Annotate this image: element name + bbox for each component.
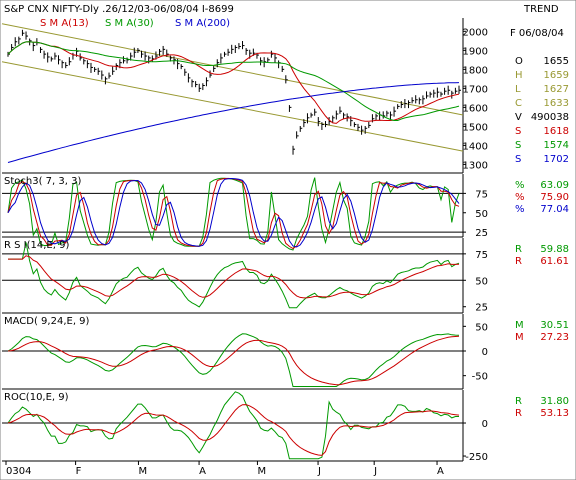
y-tick-label: 50	[475, 209, 488, 220]
legend-label: S	[515, 126, 521, 137]
legend-label: R	[515, 256, 522, 267]
y-tick-label: 75	[475, 250, 488, 261]
y-tick-label: 1900	[463, 46, 488, 57]
x-tick-label: J	[317, 466, 321, 477]
y-tick-label: 1300	[463, 160, 488, 171]
x-tick-label: M	[257, 466, 266, 477]
legend-value: 1627	[544, 84, 569, 95]
y-tick-label: 50	[475, 322, 488, 333]
legend-value: 63.09	[540, 180, 569, 191]
legend-value: 59.88	[540, 244, 569, 255]
x-tick-label: M	[138, 466, 147, 477]
y-tick-label: -50	[472, 372, 488, 383]
x-tick-label: 0304	[6, 466, 31, 477]
panel-title: Stoch3( 7, 3, 3)	[4, 176, 81, 187]
frame-border	[0, 0, 576, 480]
legend-label: R	[515, 408, 522, 419]
y-tick-label: 0	[482, 347, 488, 358]
legend-value: 61.61	[540, 256, 569, 267]
legend-label: %	[515, 180, 525, 191]
y-tick-label: 2000	[463, 27, 488, 38]
legend-label: M	[515, 332, 524, 343]
legend-label: O	[515, 56, 523, 67]
y-tick-label: 1600	[463, 103, 488, 114]
y-tick-label: 50	[475, 276, 488, 287]
x-tick-label: F	[76, 466, 82, 477]
chart-header-title: S&P CNX NIFTY-Dly .26/12/03-06/08/04 I-8…	[4, 4, 234, 15]
legend-value: 1618	[544, 126, 569, 137]
legend-label: R	[515, 244, 522, 255]
legend-label: %	[515, 204, 525, 215]
legend-label: %	[515, 192, 525, 203]
panel-title: R S I(14,E, 9)	[4, 240, 69, 251]
sma-legend-label: S M A(30)	[105, 18, 154, 29]
legend-value: 1633	[544, 98, 569, 109]
legend-label: V	[515, 112, 522, 123]
sma-legend-label: S M A(200)	[175, 18, 230, 29]
legend-label: H	[515, 70, 523, 81]
panel-title: MACD( 9,24,E, 9)	[4, 316, 90, 327]
x-tick-label: J	[373, 466, 377, 477]
date-label: F 06/08/04	[510, 28, 564, 39]
legend-value: 27.23	[540, 332, 569, 343]
trend-label: TREND	[523, 4, 559, 15]
x-tick-label: A	[199, 466, 206, 477]
y-tick-label: 25	[475, 228, 488, 239]
panel-title: ROC(10,E, 9)	[4, 392, 69, 403]
legend-value: 30.51	[540, 320, 569, 331]
legend-value: 1702	[544, 154, 569, 165]
legend-value: 75.90	[540, 192, 569, 203]
y-tick-label: 1500	[463, 122, 488, 133]
legend-value: 490038	[531, 112, 569, 123]
legend-value: 1659	[544, 70, 569, 81]
legend-value: 1655	[544, 56, 569, 67]
legend-label: C	[515, 98, 522, 109]
y-tick-label: 1400	[463, 141, 488, 152]
technical-chart: S&P CNX NIFTY-Dly .26/12/03-06/08/04 I-8…	[0, 0, 576, 480]
legend-label: R	[515, 396, 522, 407]
y-tick-label: -250	[465, 452, 488, 463]
legend-label: S	[515, 154, 521, 165]
y-tick-label: 25	[475, 303, 488, 314]
y-tick-label: 0	[482, 419, 488, 430]
legend-label: L	[515, 84, 521, 95]
legend-label: S	[515, 140, 521, 151]
y-tick-label: 75	[475, 189, 488, 200]
legend-label: M	[515, 320, 524, 331]
sma-legend-label: S M A(13)	[40, 18, 89, 29]
legend-value: 77.04	[540, 204, 569, 215]
y-tick-label: 1800	[463, 65, 488, 76]
x-tick-label: A	[437, 466, 444, 477]
legend-value: 31.80	[540, 396, 569, 407]
legend-value: 1574	[544, 140, 569, 151]
legend-value: 53.13	[540, 408, 569, 419]
y-tick-label: 1700	[463, 84, 488, 95]
